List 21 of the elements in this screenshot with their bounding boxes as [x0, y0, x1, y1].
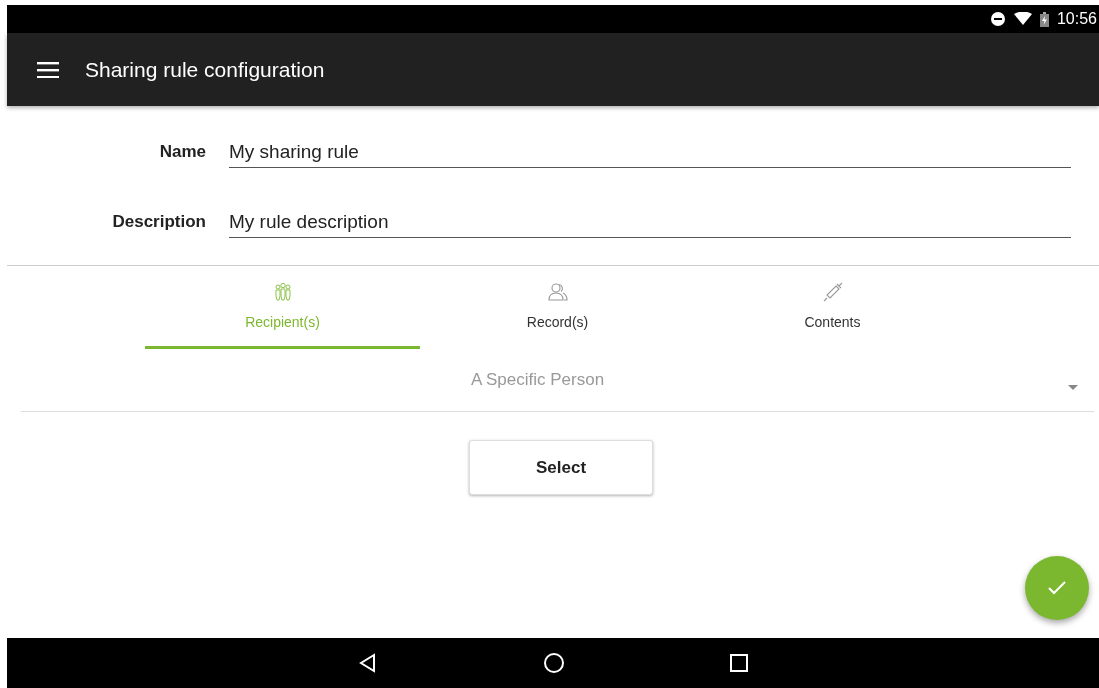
text-field[interactable]: My rule description: [229, 211, 1071, 238]
status-time: 10:56: [1056, 10, 1097, 28]
home-icon[interactable]: [543, 652, 565, 674]
caret-icon: [1068, 385, 1078, 391]
app-title: Sharing rule configuration: [85, 57, 325, 82]
menu-icon[interactable]: [37, 61, 59, 78]
back-icon[interactable]: [358, 653, 378, 673]
select-button[interactable]: Select: [469, 440, 653, 495]
battery-icon: [1039, 11, 1049, 27]
people-icon: [546, 282, 569, 302]
tab[interactable]: Record(s): [420, 266, 695, 349]
field-label: Description: [111, 212, 207, 233]
syringe-icon: [822, 282, 843, 302]
tab[interactable]: Contents: [695, 266, 970, 349]
do-not-disturb-icon: [989, 11, 1006, 27]
text-field[interactable]: My sharing rule: [229, 141, 1071, 168]
wifi-icon: [1013, 12, 1032, 26]
people-icon: [272, 282, 293, 302]
field-label: Name: [158, 142, 207, 163]
recents-icon[interactable]: [730, 654, 748, 672]
checkmark-icon: [1047, 580, 1067, 596]
